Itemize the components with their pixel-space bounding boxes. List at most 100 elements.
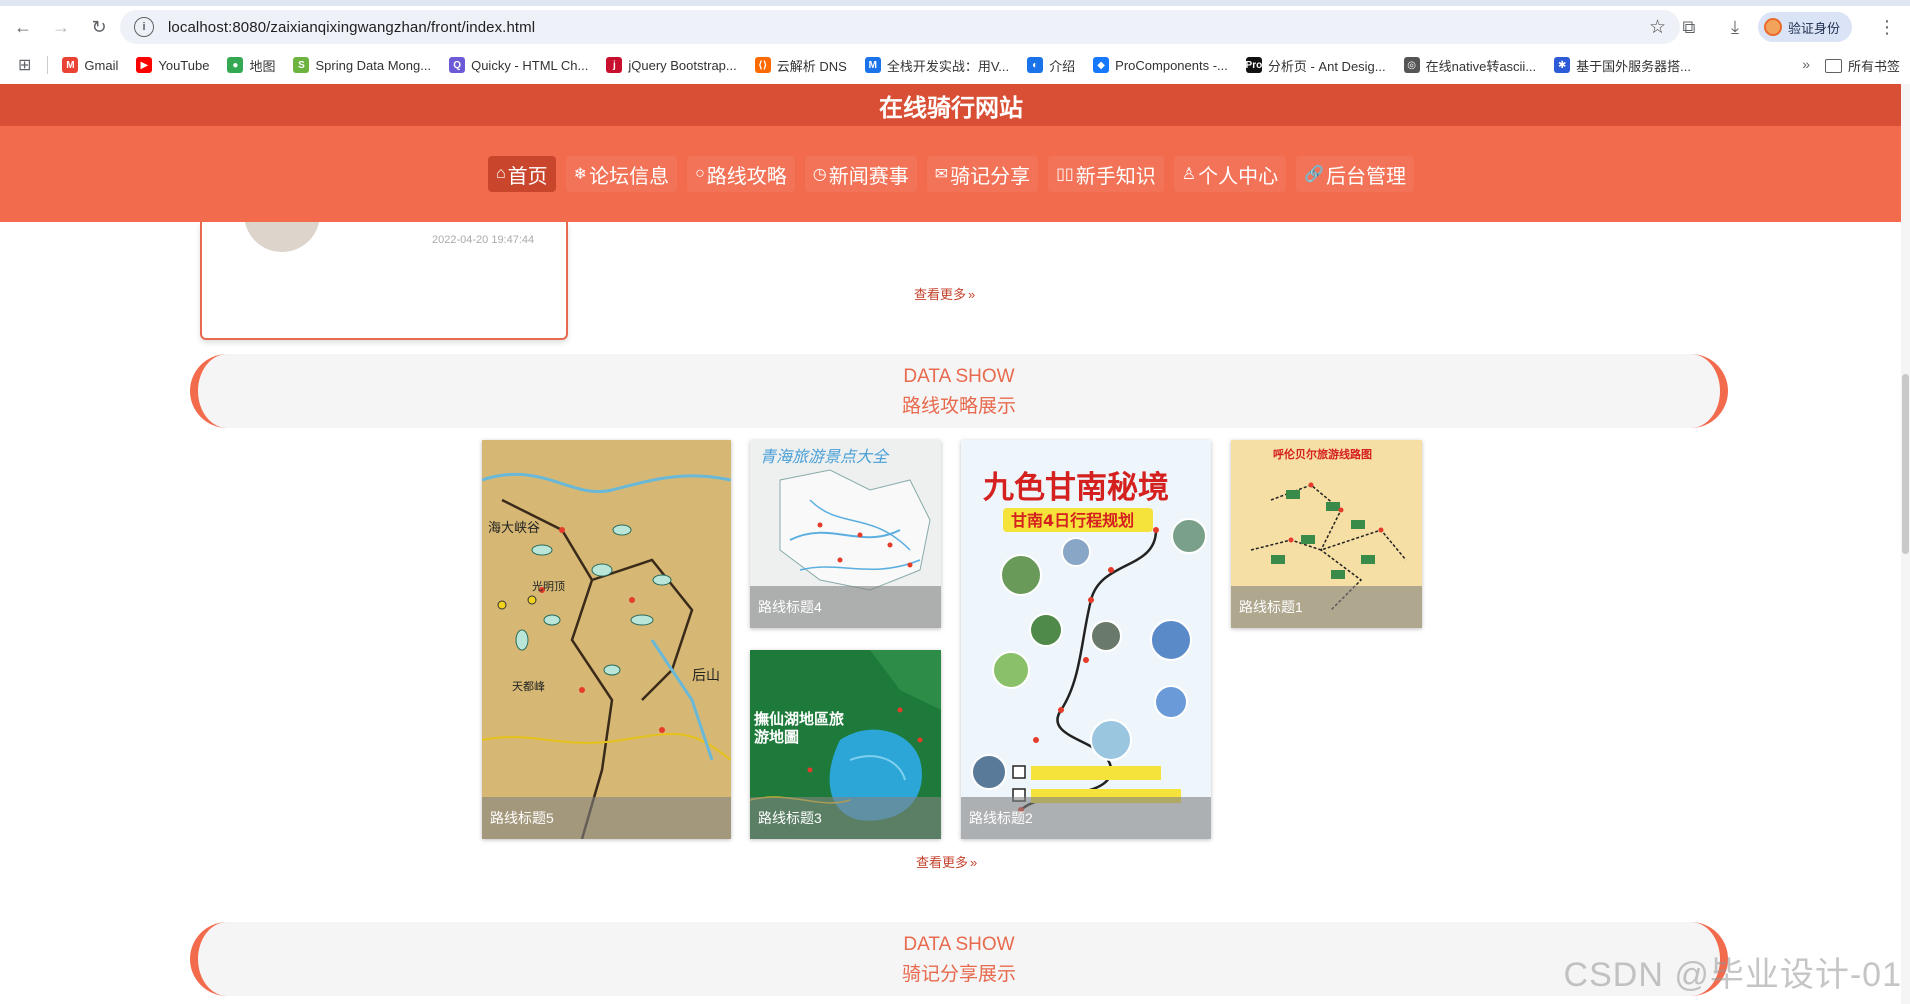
bookmark-label: 介绍 xyxy=(1049,58,1076,74)
bookmark-label: 云解析 DNS xyxy=(776,58,847,74)
section-title-en: DATA SHOW xyxy=(903,366,1015,387)
bookmark-item[interactable]: ◆ ProComponents -... xyxy=(1093,57,1228,73)
route-map-4-text: 青海旅游景点大全 xyxy=(760,447,890,466)
bookmark-label: 基于国外服务器搭... xyxy=(1576,58,1692,74)
nav-icon: ✉ xyxy=(934,166,949,183)
bookmark-item[interactable]: M 全栈开发实战：用V... xyxy=(864,56,1009,75)
nav-item[interactable]: 🔗 后台管理 xyxy=(1296,156,1414,192)
bookmark-favicon-icon: ◐ xyxy=(1027,57,1044,73)
nav-item[interactable]: ◷ 新闻赛事 xyxy=(804,156,917,192)
nav-label: 新闻赛事 xyxy=(828,165,909,188)
route-section-header: DATA SHOW 路线攻略展示 xyxy=(190,354,1728,428)
nav-item[interactable]: ○ 路线攻略 xyxy=(687,156,795,192)
bookmark-item[interactable]: ◎ 在线native转ascii... xyxy=(1403,56,1537,75)
route-caption-3: 路线标题3 xyxy=(750,797,941,839)
download-icon[interactable]: ⤓ xyxy=(1722,14,1748,40)
share-section-header: DATA SHOW 骑记分享展示 xyxy=(190,922,1728,996)
nav-icon: ♙ xyxy=(1181,166,1197,183)
bookmark-item[interactable]: ⟨⟩ 云解析 DNS xyxy=(754,56,847,75)
scrollbar-thumb[interactable] xyxy=(1902,374,1909,554)
bookmark-favicon-icon: j xyxy=(606,57,623,73)
bookmarks-bar: ⊞ M Gmail ▶ YouTube ● 地图 S Spring Data Mong... Q… xyxy=(0,48,1910,82)
bookmark-label: 地图 xyxy=(249,58,276,74)
bookmark-favicon-icon: Q xyxy=(449,57,466,73)
bookmark-item[interactable]: j jQuery Bootstrap... xyxy=(606,57,737,73)
nav-label: 新手知识 xyxy=(1075,165,1156,188)
site-title: 在线骑行网站 xyxy=(0,84,1902,126)
folder-icon xyxy=(1824,58,1842,73)
route-map-3-text: 撫仙湖地區旅游地圖 xyxy=(754,710,844,746)
forum-date: 2022-04-20 19:47:44 xyxy=(432,234,535,246)
browser-toolbar: ← → ↻ i localhost:8080/zaixianqixingwang… xyxy=(0,6,1910,48)
svg-text:光明顶: 光明顶 xyxy=(532,579,565,593)
bookmark-label: ProComponents -... xyxy=(1115,57,1228,73)
bookmark-favicon-icon: ◆ xyxy=(1093,57,1110,73)
nav-label: 个人中心 xyxy=(1198,165,1279,188)
bookmark-favicon-icon: ⟨⟩ xyxy=(754,57,771,73)
nav-label: 后台管理 xyxy=(1326,165,1406,188)
forum-card[interactable]: 2022-04-20 19:47:44 xyxy=(200,212,568,340)
page-viewport: 2022-04-20 19:47:44 在线骑行网站 ⌂ 首页 ❄ 论坛信息 ○ 路线攻略… xyxy=(0,84,1910,1004)
nav-label: 路线攻略 xyxy=(706,165,787,188)
bookmark-star-icon[interactable]: ☆ xyxy=(1649,16,1666,39)
svg-text:天都峰: 天都峰 xyxy=(512,680,545,693)
bookmark-item[interactable]: M Gmail xyxy=(62,57,118,73)
main-nav: ⌂ 首页 ❄ 论坛信息 ○ 路线攻略 ◷ 新闻赛事 ✉ 骑记分享 ▯▯ 新手知识 ♙ 个人中心 🔗 后台管理 xyxy=(0,126,1902,222)
forum-more-link[interactable]: 查看更多» xyxy=(914,284,975,303)
menu-dots-icon[interactable]: ⋮ xyxy=(1874,14,1900,40)
address-bar[interactable]: i localhost:8080/zaixianqixingwangzhan/f… xyxy=(120,10,1680,44)
bookmark-item[interactable]: ● 地图 xyxy=(227,56,275,75)
route-caption-5: 路线标题5 xyxy=(482,797,731,839)
url-text[interactable]: localhost:8080/zaixianqixingwangzhan/fro… xyxy=(168,19,535,36)
more-bookmarks-icon[interactable]: » xyxy=(1802,56,1810,72)
route-caption-4: 路线标题4 xyxy=(750,586,941,628)
nav-item[interactable]: ❄ 论坛信息 xyxy=(565,156,678,192)
section-title-en: DATA SHOW xyxy=(903,934,1015,955)
nav-item[interactable]: ✉ 骑记分享 xyxy=(926,156,1039,192)
route-map-1-text: 呼伦贝尔旅游线路图 xyxy=(1273,447,1372,461)
bookmark-item[interactable]: S Spring Data Mong... xyxy=(293,57,431,73)
route-card-3[interactable]: 撫仙湖地區旅游地圖 路线标题3 xyxy=(750,650,941,839)
reload-icon[interactable]: ↻ xyxy=(84,12,114,42)
bookmark-favicon-icon: M xyxy=(62,57,79,73)
forward-arrow-icon[interactable]: → xyxy=(46,12,76,42)
bookmark-label: Quicky - HTML Ch... xyxy=(471,57,589,73)
back-arrow-icon[interactable]: ← xyxy=(8,12,38,42)
more-label: 查看更多 xyxy=(914,287,967,302)
route-card-1[interactable]: 呼伦贝尔旅游线路图 路线标题1 xyxy=(1231,440,1422,628)
nav-item[interactable]: ♙ 个人中心 xyxy=(1173,156,1287,192)
site-info-icon[interactable]: i xyxy=(134,17,154,37)
route-map-5-image: 海大峡谷 光明顶 后山 天都峰 xyxy=(482,440,731,839)
nav-item[interactable]: ⌂ 首页 xyxy=(488,156,556,192)
apps-grid-icon[interactable]: ⊞ xyxy=(18,55,31,75)
route-card-4[interactable]: 青海旅游景点大全 路线标题4 xyxy=(750,440,941,628)
all-bookmarks-button[interactable]: 所有书签 xyxy=(1824,56,1900,75)
bookmark-item[interactable]: Pro 分析页 - Ant Desig... xyxy=(1246,56,1386,75)
verify-identity-button[interactable]: 验证身份 xyxy=(1757,12,1852,42)
nav-icon: ▯▯ xyxy=(1056,166,1074,183)
bookmark-label: 在线native转ascii... xyxy=(1425,58,1537,74)
bookmark-item[interactable]: ◐ 介绍 xyxy=(1027,56,1075,75)
all-bookmarks-label: 所有书签 xyxy=(1847,59,1900,74)
bookmark-favicon-icon: ✱ xyxy=(1554,57,1571,73)
bookmark-item[interactable]: Q Quicky - HTML Ch... xyxy=(449,57,588,73)
route-more-link[interactable]: 查看更多» xyxy=(916,852,977,871)
route-map-2-subtitle: 甘南4日行程规划 xyxy=(1011,511,1134,530)
nav-label: 骑记分享 xyxy=(950,165,1031,188)
route-map-2-title: 九色甘南秘境 xyxy=(983,470,1169,506)
extensions-icon[interactable]: ⧉ xyxy=(1676,14,1702,40)
section-title-zh: 骑记分享展示 xyxy=(901,964,1016,985)
svg-text:后山: 后山 xyxy=(692,668,720,684)
route-card-2[interactable]: 九色甘南秘境 甘南4日行程规划 路线标题2 xyxy=(961,440,1211,839)
bookmark-item[interactable]: ✱ 基于国外服务器搭... xyxy=(1554,56,1691,75)
bookmark-list: M Gmail ▶ YouTube ● 地图 S Spring Data Mong... Q Qu… xyxy=(62,56,1709,75)
bookmark-item[interactable]: ▶ YouTube xyxy=(136,57,209,73)
route-caption-2: 路线标题2 xyxy=(961,797,1211,839)
double-chevron-icon: » xyxy=(968,287,976,302)
nav-item[interactable]: ▯▯ 新手知识 xyxy=(1048,156,1164,192)
page-scrollbar[interactable] xyxy=(1901,84,1910,1004)
nav-label: 首页 xyxy=(507,165,548,188)
bookmark-favicon-icon: ▶ xyxy=(136,57,153,73)
route-card-5[interactable]: 海大峡谷 光明顶 后山 天都峰 路线标题5 xyxy=(482,440,731,839)
nav-icon: ○ xyxy=(695,165,705,182)
